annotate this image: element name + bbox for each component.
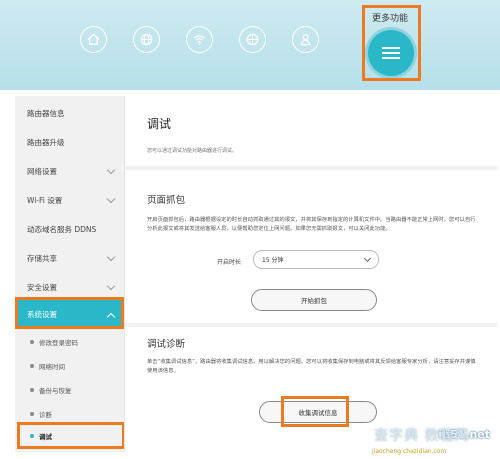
- bullet-icon: [30, 340, 34, 344]
- sidebar-item-label: 路由器升级: [27, 138, 65, 147]
- highlight-box-more: [362, 5, 421, 81]
- chevron-down-icon: [106, 252, 116, 262]
- sidebar: 路由器信息 路由器升级 网络设置 Wi-Fi 设置 动态域名服务 DDNS 存储…: [15, 96, 125, 452]
- nav-icon-group: [80, 26, 319, 53]
- chevron-down-icon: [106, 281, 116, 291]
- watermark-url: jiaocheng.chazidian.com: [372, 448, 447, 455]
- globe-icon[interactable]: [133, 26, 160, 53]
- top-navigation-bar: 更多功能: [0, 0, 500, 90]
- user-icon[interactable]: [292, 26, 319, 53]
- page-title: 调试: [147, 117, 172, 131]
- sidebar-item-wifi[interactable]: Wi-Fi 设置: [15, 186, 124, 215]
- bullet-icon: [30, 412, 34, 416]
- sub-item-backup-restore[interactable]: 备份与恢复: [15, 378, 124, 402]
- sidebar-item-ddns[interactable]: 动态域名服务 DDNS: [15, 215, 124, 244]
- section-divider: [125, 323, 497, 327]
- start-capture-button[interactable]: 开始抓包: [251, 289, 377, 311]
- sub-item-label: 诊断: [39, 411, 52, 419]
- duration-select[interactable]: 15 分钟: [253, 250, 379, 269]
- diagnose-description: 单击“收集调试信息”，路由器将收集调试信息，用以解决您的问题。您可以将收集保存到…: [147, 359, 476, 374]
- watermark-brand: 查字典 教程网: [374, 428, 470, 444]
- home-icon[interactable]: [80, 26, 107, 53]
- page-description: 您可以通过调试功能对路由器进行调试。: [147, 148, 238, 154]
- chevron-down-icon: [363, 254, 372, 263]
- sidebar-item-label: 安全设置: [27, 283, 57, 292]
- sidebar-item-network[interactable]: 网络设置: [15, 157, 124, 186]
- highlight-box-debug: [17, 422, 125, 449]
- sidebar-item-label: 路由器信息: [27, 109, 65, 118]
- capture-section-title: 页面抓包: [147, 195, 186, 206]
- wifi-icon[interactable]: [186, 26, 213, 53]
- sub-item-label: 备份与恢复: [39, 387, 72, 395]
- sub-item-label: 修改登录密码: [39, 339, 78, 347]
- sidebar-item-router-upgrade[interactable]: 路由器升级: [15, 128, 124, 157]
- sub-item-network-time[interactable]: 网络时间: [15, 354, 124, 378]
- highlight-box-collect: [281, 396, 349, 427]
- router-icon[interactable]: [239, 26, 266, 53]
- sidebar-item-label: 存储共享: [27, 254, 57, 263]
- sidebar-item-label: Wi-Fi 设置: [27, 196, 63, 205]
- bullet-icon: [30, 388, 34, 392]
- sidebar-item-router-info[interactable]: 路由器信息: [15, 99, 124, 128]
- diagnose-section-title: 调试诊断: [147, 339, 186, 350]
- sub-item-label: 网络时间: [39, 363, 65, 371]
- highlight-box-system: [15, 297, 124, 329]
- sidebar-item-label: 动态域名服务 DDNS: [27, 225, 97, 234]
- chevron-down-icon: [106, 165, 116, 175]
- sub-item-change-password[interactable]: 修改登录密码: [15, 330, 124, 354]
- sidebar-item-storage[interactable]: 存储共享: [15, 244, 124, 273]
- section-divider: [125, 166, 497, 170]
- duration-label: 开启时长: [217, 259, 242, 266]
- duration-value: 15 分钟: [262, 257, 284, 264]
- bullet-icon: [30, 364, 34, 368]
- chevron-down-icon: [106, 194, 116, 204]
- main-panel: 调试 您可以通过调试功能对路由器进行调试。 页面抓包 开启页面抓包后，路由器根据…: [124, 96, 497, 452]
- capture-description: 开启页面抓包后，路由器根据设定的时长自动抓取通过其的报文，并将其保存到指定的计算…: [147, 217, 476, 232]
- sidebar-item-label: 网络设置: [27, 167, 57, 176]
